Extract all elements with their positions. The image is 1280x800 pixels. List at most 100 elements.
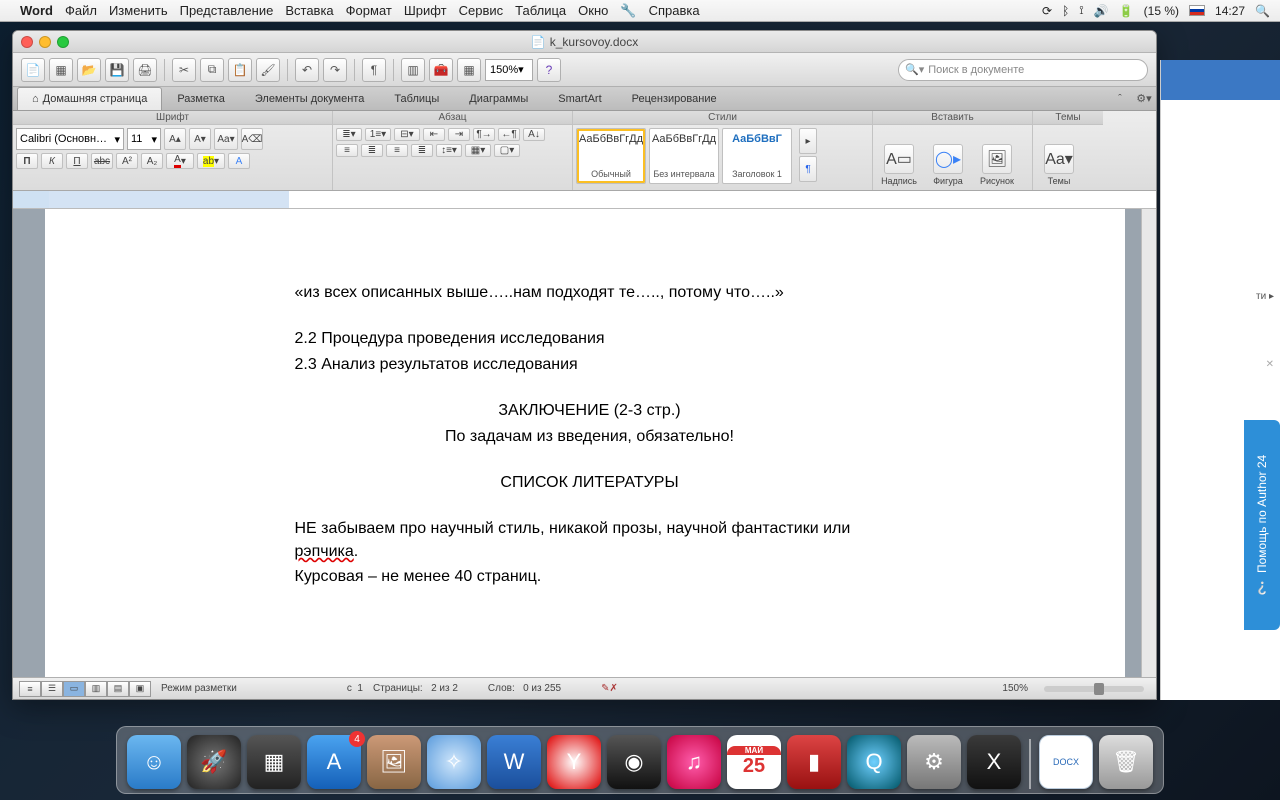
tab-tables[interactable]: Таблицы	[379, 87, 454, 110]
dock-doc-docx[interactable]: DOCX	[1039, 735, 1093, 789]
underline-button[interactable]: П	[66, 153, 88, 169]
font-size-select[interactable]: 11▾	[127, 128, 161, 150]
print-button[interactable]: 🖨	[133, 58, 157, 82]
tab-smartart[interactable]: SmartArt	[543, 87, 616, 110]
shading-button[interactable]: ▦▾	[465, 144, 491, 157]
undo-button[interactable]: ↶	[295, 58, 319, 82]
highlight-button[interactable]: ab▾	[197, 153, 225, 169]
style-heading1[interactable]: АаБбВвГЗаголовок 1	[722, 128, 792, 184]
view-draft[interactable]: ≡	[19, 681, 41, 697]
menu-edit[interactable]: Изменить	[109, 3, 168, 18]
dock-app-itunes[interactable]: ♫	[667, 735, 721, 789]
style-normal[interactable]: АаБбВвГгДдОбычный	[576, 128, 646, 184]
dock-app-calendar[interactable]: МАЙ25	[727, 735, 781, 789]
zoom-select[interactable]: 150% ▾	[485, 59, 533, 81]
show-marks-button[interactable]: ¶	[362, 58, 386, 82]
menu-insert[interactable]: Вставка	[285, 3, 333, 18]
template-button[interactable]: ▦	[49, 58, 73, 82]
view-print[interactable]: ▭	[63, 681, 85, 697]
volume-icon[interactable]: 🔊	[1094, 4, 1109, 18]
window-minimize[interactable]	[39, 36, 51, 48]
toolbox-button[interactable]: 🧰	[429, 58, 453, 82]
indent-dec-button[interactable]: ⇤	[423, 128, 445, 141]
menu-script[interactable]: 🔧	[620, 3, 636, 19]
app-name[interactable]: Word	[20, 3, 53, 18]
themes-button[interactable]: Aa▾Темы	[1036, 128, 1082, 186]
ltr-button[interactable]: ¶→	[473, 128, 495, 141]
dock-app-settings[interactable]: ⚙	[907, 735, 961, 789]
italic-button[interactable]: К	[41, 153, 63, 169]
help-tab[interactable]: ❔Помощь по Author 24	[1244, 420, 1280, 630]
grow-font-button[interactable]: A▴	[164, 128, 186, 150]
justify-button[interactable]: ≣	[411, 144, 433, 157]
cut-button[interactable]: ✂	[172, 58, 196, 82]
spellcheck-icon[interactable]: ✎✗	[601, 683, 618, 694]
dock-app-excel[interactable]: X	[967, 735, 1021, 789]
ruler[interactable]	[13, 191, 1156, 209]
indent-inc-button[interactable]: ⇥	[448, 128, 470, 141]
strike-button[interactable]: abc	[91, 153, 113, 169]
menu-font[interactable]: Шрифт	[404, 3, 447, 18]
tab-docelements[interactable]: Элементы документа	[240, 87, 379, 110]
menu-format[interactable]: Формат	[346, 3, 392, 18]
dock-app-safari[interactable]: ✧	[427, 735, 481, 789]
view-outline[interactable]: ☰	[41, 681, 63, 697]
clock[interactable]: 14:27	[1215, 4, 1245, 18]
dock-app-quicktime[interactable]: Q	[847, 735, 901, 789]
bullets-button[interactable]: ≣▾	[336, 128, 362, 141]
tab-charts[interactable]: Диаграммы	[454, 87, 543, 110]
align-right-button[interactable]: ≡	[386, 144, 408, 157]
save-button[interactable]: 💾	[105, 58, 129, 82]
new-doc-button[interactable]: 📄	[21, 58, 45, 82]
spotlight-icon[interactable]: 🔍	[1255, 4, 1270, 18]
battery-icon[interactable]: 🔋	[1119, 4, 1134, 18]
tab-home[interactable]: ⌂Домашняя страница	[17, 87, 162, 110]
dock-app-yandex[interactable]: Y	[547, 735, 601, 789]
paste-button[interactable]: 📋	[228, 58, 252, 82]
insert-picture-button[interactable]: 🖼Рисунок	[974, 128, 1020, 186]
dock-app-word[interactable]: W	[487, 735, 541, 789]
dock-app-finder[interactable]: ☺	[127, 735, 181, 789]
numbering-button[interactable]: 1≡▾	[365, 128, 391, 141]
document-search[interactable]: 🔍▾ Поиск в документе	[898, 59, 1148, 81]
change-case-button[interactable]: Aa▾	[214, 128, 238, 150]
align-center-button[interactable]: ≣	[361, 144, 383, 157]
dock-app-photo[interactable]: 🖼	[367, 735, 421, 789]
input-flag-ru[interactable]	[1189, 5, 1205, 16]
page[interactable]: «из всех описанных выше…..нам подходят т…	[45, 209, 1125, 677]
bluetooth-icon[interactable]: ᛒ	[1062, 4, 1069, 18]
view-publishing[interactable]: ▤	[107, 681, 129, 697]
menu-window[interactable]: Окно	[578, 3, 608, 18]
ribbon-settings[interactable]: ⚙▾	[1132, 87, 1156, 110]
menu-help[interactable]: Справка	[649, 3, 700, 18]
ribbon-collapse[interactable]: ˆ	[1108, 87, 1132, 110]
styles-pane-button[interactable]: ¶	[799, 156, 817, 182]
tab-layout[interactable]: Разметка	[162, 87, 240, 110]
insert-shape-button[interactable]: ◯▸Фигура	[925, 128, 971, 186]
sync-icon[interactable]: ⟳	[1042, 4, 1052, 18]
align-left-button[interactable]: ≡	[336, 144, 358, 157]
multilevel-button[interactable]: ⊟▾	[394, 128, 420, 141]
line-spacing-button[interactable]: ↕≡▾	[436, 144, 462, 157]
status-zoom[interactable]: 150%	[1002, 683, 1028, 694]
help-button[interactable]: ?	[537, 58, 561, 82]
shrink-font-button[interactable]: A▾	[189, 128, 211, 150]
vertical-scrollbar[interactable]	[1141, 209, 1156, 677]
superscript-button[interactable]: A²	[116, 153, 138, 169]
view-focus[interactable]: ▣	[129, 681, 151, 697]
clear-format-button[interactable]: A⌫	[241, 128, 263, 150]
menu-table[interactable]: Таблица	[515, 3, 566, 18]
insert-textbox-button[interactable]: A▭Надпись	[876, 128, 922, 186]
dock-app-mission[interactable]: ▦	[247, 735, 301, 789]
menu-tools[interactable]: Сервис	[459, 3, 504, 18]
dock-app-app2[interactable]: ▮	[787, 735, 841, 789]
window-zoom[interactable]	[57, 36, 69, 48]
borders-button[interactable]: ▢▾	[494, 144, 520, 157]
dock-app-appstore[interactable]: A	[307, 735, 361, 789]
gallery-button[interactable]: ▦	[457, 58, 481, 82]
format-painter-button[interactable]: 🖌	[256, 58, 280, 82]
subscript-button[interactable]: A₂	[141, 153, 163, 169]
bold-button[interactable]: П	[16, 153, 38, 169]
font-color-button[interactable]: A▾	[166, 153, 194, 169]
text-effects-button[interactable]: A	[228, 153, 250, 169]
